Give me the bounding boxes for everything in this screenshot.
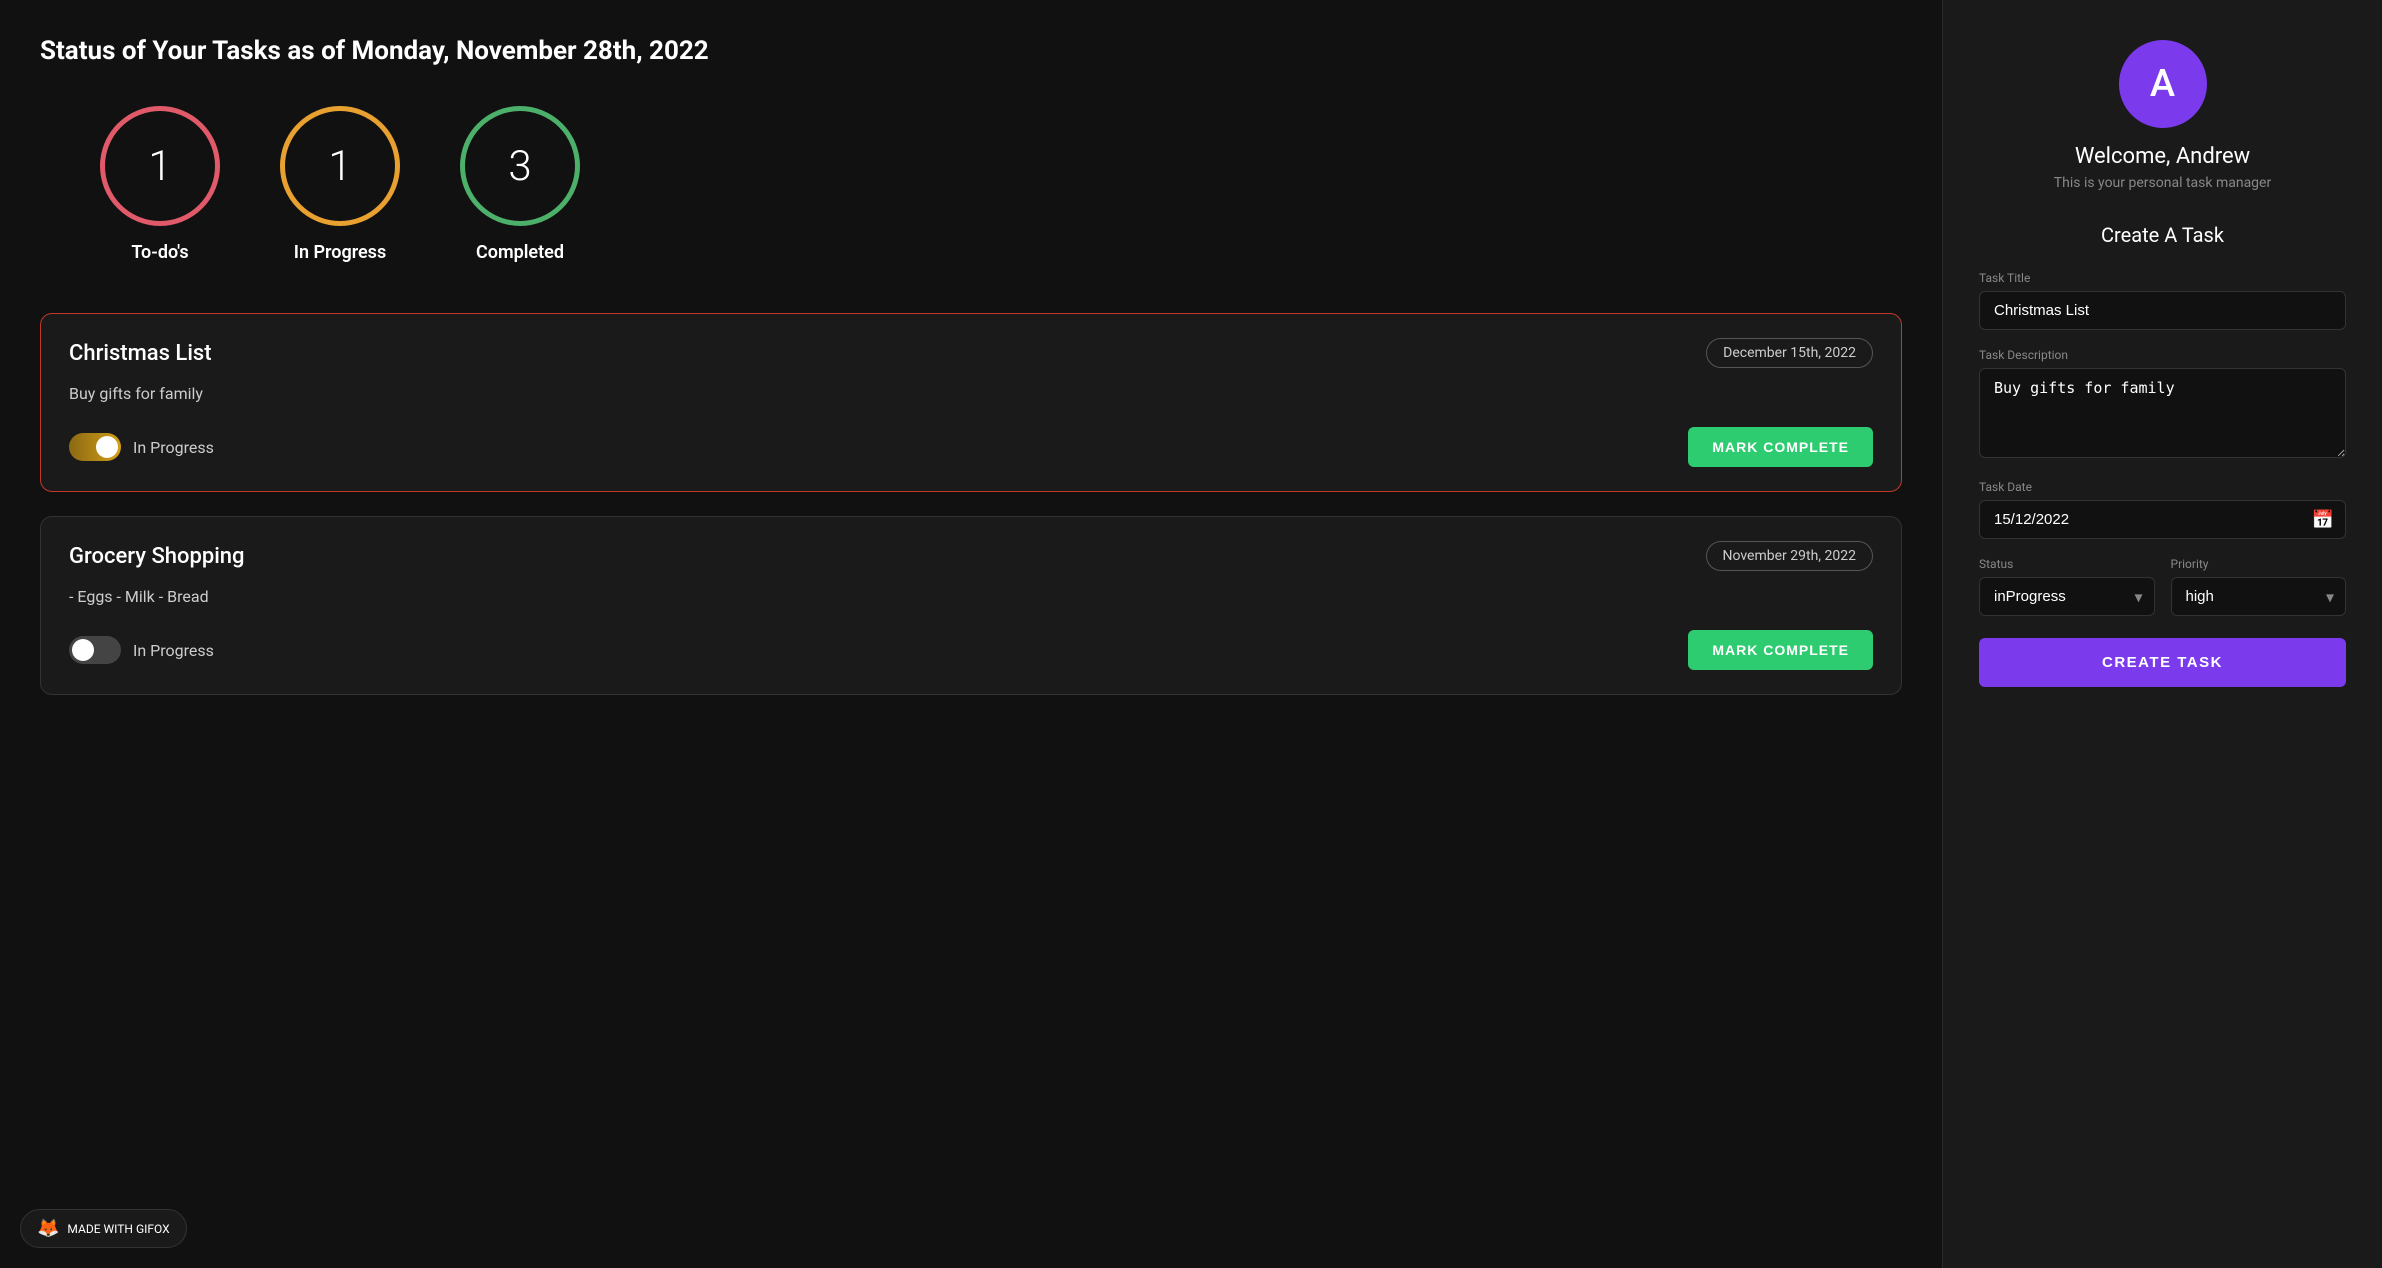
task-description-input[interactable]: Buy gifts for family bbox=[1979, 368, 2346, 458]
task-2-status-label: In Progress bbox=[133, 641, 214, 660]
inprogress-circle: 1 bbox=[280, 106, 400, 226]
task-title-label: Task Title bbox=[1979, 271, 2346, 285]
left-panel: Status of Your Tasks as of Monday, Novem… bbox=[0, 0, 1942, 1268]
avatar: A bbox=[2119, 40, 2207, 128]
completed-circle: 3 bbox=[460, 106, 580, 226]
calendar-icon: 📅 bbox=[2312, 509, 2334, 530]
task-title-input[interactable] bbox=[1979, 291, 2346, 330]
task-1-footer: In Progress MARK COMPLETE bbox=[69, 427, 1873, 467]
task-2-toggle[interactable] bbox=[69, 636, 121, 664]
status-group: Status toDo inProgress completed bbox=[1979, 557, 2155, 616]
task-1-header: Christmas List December 15th, 2022 bbox=[69, 338, 1873, 368]
date-input-wrapper: 📅 bbox=[1979, 500, 2346, 539]
todos-label: To-do's bbox=[131, 242, 188, 263]
task-1-toggle-track bbox=[69, 433, 121, 461]
status-select-wrapper: toDo inProgress completed bbox=[1979, 577, 2155, 616]
stat-completed: 3 Completed bbox=[460, 106, 580, 263]
task-date-input[interactable] bbox=[1979, 500, 2346, 539]
stats-row: 1 To-do's 1 In Progress 3 Completed bbox=[40, 106, 1902, 263]
task-2-title: Grocery Shopping bbox=[69, 544, 245, 569]
task-2-toggle-track bbox=[69, 636, 121, 664]
priority-group: Priority low medium high bbox=[2171, 557, 2347, 616]
status-select[interactable]: toDo inProgress completed bbox=[1979, 577, 2155, 616]
priority-select[interactable]: low medium high bbox=[2171, 577, 2347, 616]
welcome-subtitle: This is your personal task manager bbox=[2054, 175, 2271, 191]
task-date-label: Task Date bbox=[1979, 480, 2346, 494]
right-panel: A Welcome, Andrew This is your personal … bbox=[1942, 0, 2382, 1268]
stat-inprogress: 1 In Progress bbox=[280, 106, 400, 263]
task-title-group: Task Title bbox=[1979, 271, 2346, 330]
task-2-date: November 29th, 2022 bbox=[1706, 541, 1874, 571]
page-title: Status of Your Tasks as of Monday, Novem… bbox=[40, 36, 1902, 66]
status-priority-row: Status toDo inProgress completed Priorit… bbox=[1979, 557, 2346, 616]
task-1-status-label: In Progress bbox=[133, 438, 214, 457]
task-1-toggle-thumb bbox=[96, 436, 118, 458]
gifox-label: MADE WITH GIFOX bbox=[67, 1222, 169, 1236]
task-1-description: Buy gifts for family bbox=[69, 384, 1873, 403]
task-2-description: - Eggs - Milk - Bread bbox=[69, 587, 1873, 606]
priority-select-wrapper: low medium high bbox=[2171, 577, 2347, 616]
gifox-badge: 🦊 MADE WITH GIFOX bbox=[20, 1209, 187, 1248]
task-1-date: December 15th, 2022 bbox=[1706, 338, 1873, 368]
priority-label: Priority bbox=[2171, 557, 2347, 571]
task-1-mark-complete-button[interactable]: MARK COMPLETE bbox=[1688, 427, 1873, 467]
task-2-header: Grocery Shopping November 29th, 2022 bbox=[69, 541, 1873, 571]
todos-circle: 1 bbox=[100, 106, 220, 226]
task-2-status-area: In Progress bbox=[69, 636, 214, 664]
status-label: Status bbox=[1979, 557, 2155, 571]
gifox-icon: 🦊 bbox=[37, 1218, 59, 1239]
create-task-title: Create A Task bbox=[2101, 223, 2224, 247]
create-task-button[interactable]: CREATE TASK bbox=[1979, 638, 2346, 687]
task-1-toggle[interactable] bbox=[69, 433, 121, 461]
task-2-mark-complete-button[interactable]: MARK COMPLETE bbox=[1688, 630, 1873, 670]
inprogress-label: In Progress bbox=[294, 242, 386, 263]
task-1-title: Christmas List bbox=[69, 341, 212, 366]
task-card-1: Christmas List December 15th, 2022 Buy g… bbox=[40, 313, 1902, 492]
stat-todos: 1 To-do's bbox=[100, 106, 220, 263]
completed-label: Completed bbox=[476, 242, 564, 263]
task-1-status-area: In Progress bbox=[69, 433, 214, 461]
task-2-toggle-thumb bbox=[72, 639, 94, 661]
task-date-group: Task Date 📅 bbox=[1979, 480, 2346, 539]
task-2-footer: In Progress MARK COMPLETE bbox=[69, 630, 1873, 670]
welcome-name: Welcome, Andrew bbox=[2075, 144, 2250, 169]
task-card-2: Grocery Shopping November 29th, 2022 - E… bbox=[40, 516, 1902, 695]
task-description-group: Task Description Buy gifts for family bbox=[1979, 348, 2346, 462]
task-description-label: Task Description bbox=[1979, 348, 2346, 362]
